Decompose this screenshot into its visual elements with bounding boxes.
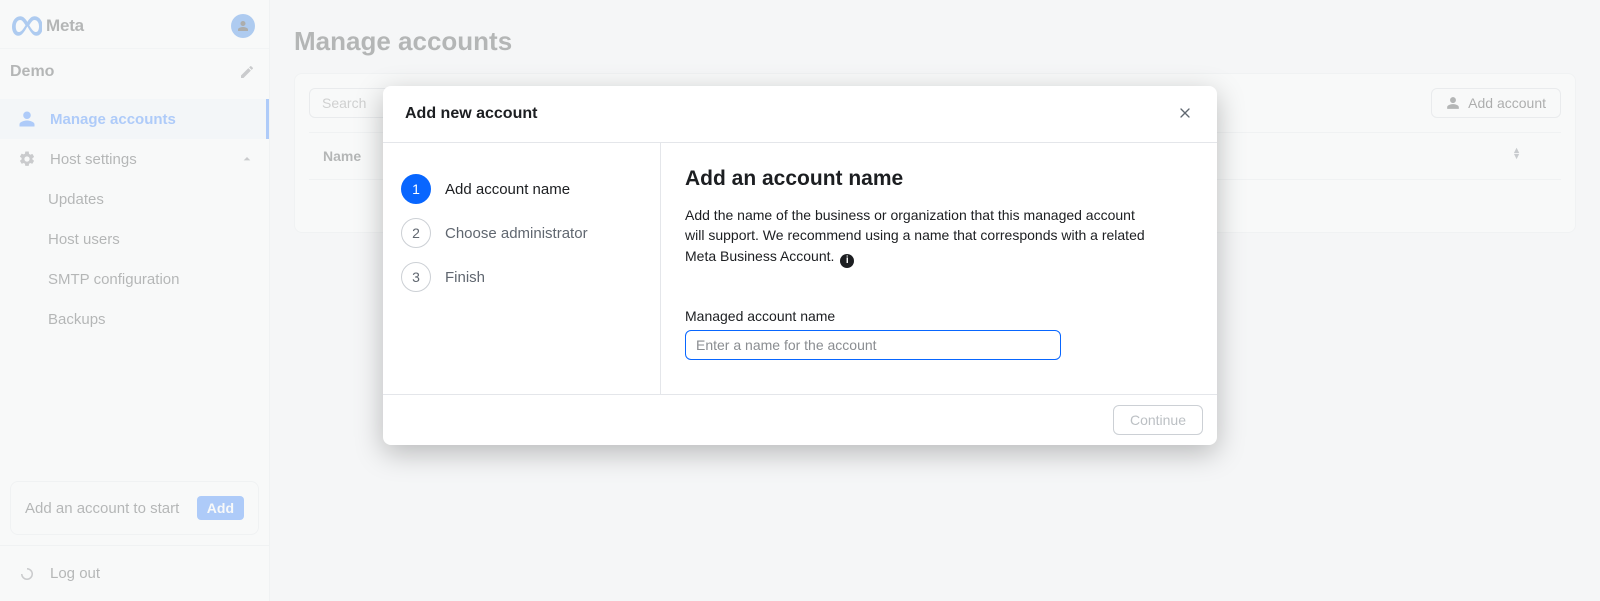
field-label: Managed account name [685,308,1193,324]
step-2-label: Choose administrator [445,225,588,242]
step-3-label: Finish [445,269,485,286]
step-2-number: 2 [401,218,431,248]
modal-overlay: Add new account 1 Add account name 2 Cho… [0,0,1600,601]
modal-body: 1 Add account name 2 Choose administrato… [383,142,1217,395]
modal-footer: Continue [383,395,1217,445]
step-1-label: Add account name [445,181,570,198]
step-1-number: 1 [401,174,431,204]
close-button[interactable] [1175,104,1195,124]
modal-title: Add new account [405,105,537,123]
continue-button[interactable]: Continue [1113,405,1203,435]
modal: Add new account 1 Add account name 2 Cho… [383,86,1217,445]
step-3-number: 3 [401,262,431,292]
modal-header: Add new account [383,86,1217,142]
step-content-description-text: Add the name of the business or organiza… [685,207,1145,264]
step-2[interactable]: 2 Choose administrator [401,211,642,255]
step-content-title: Add an account name [685,167,1193,191]
close-icon [1177,105,1193,121]
account-name-input[interactable] [685,330,1061,360]
info-icon[interactable]: i [840,254,854,268]
step-list: 1 Add account name 2 Choose administrato… [383,143,661,394]
step-content: Add an account name Add the name of the … [661,143,1217,394]
step-3[interactable]: 3 Finish [401,255,642,299]
step-1[interactable]: 1 Add account name [401,167,642,211]
step-content-description: Add the name of the business or organiza… [685,205,1145,266]
